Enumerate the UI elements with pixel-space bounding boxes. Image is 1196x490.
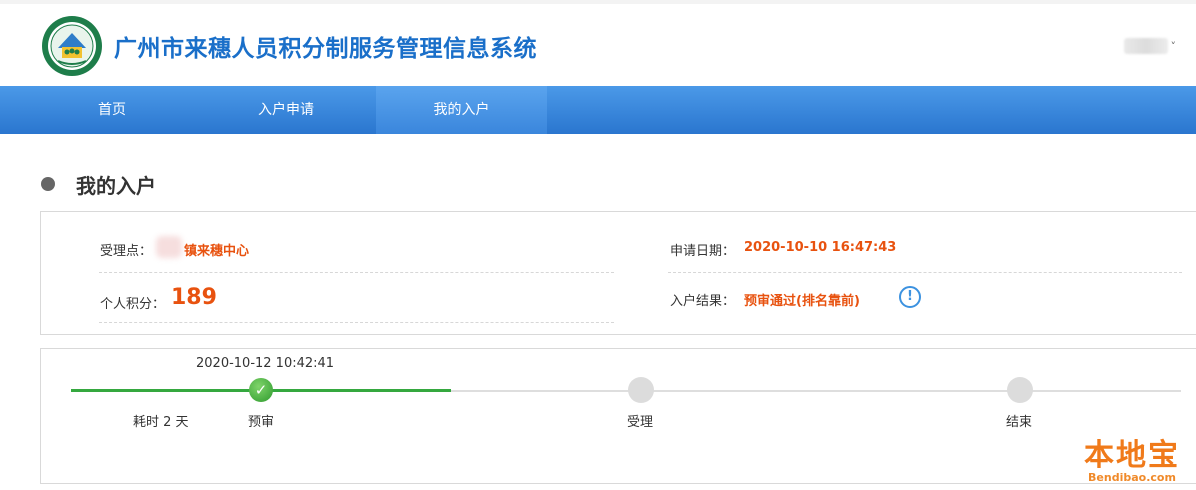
watermark-text: 本地宝 (1084, 438, 1180, 473)
application-info-panel (40, 211, 1196, 335)
acceptance-point-label: 受理点： (100, 244, 153, 259)
watermark-subtext: Bendibao.com (1088, 471, 1176, 484)
nav-home[interactable]: 首页 (60, 86, 164, 134)
nav-apply[interactable]: 入户申请 (230, 86, 342, 134)
result-value: 预审通过(排名靠前) (744, 294, 860, 309)
step-label-end: 结束 (1006, 415, 1033, 430)
apply-date-label: 申请日期： (670, 244, 736, 259)
result-label: 入户结果： (670, 294, 736, 309)
main-navbar: 首页 入户申请 我的入户 (0, 86, 1196, 134)
divider (99, 272, 614, 273)
watermark-logo: 本地宝 Bendibao.com (1074, 430, 1190, 488)
section-bullet (41, 177, 55, 191)
nav-my-settlement[interactable]: 我的入户 (376, 86, 547, 134)
divider (99, 322, 614, 323)
apply-date-value: 2020-10-10 16:47:43 (744, 240, 897, 255)
step-label-accept: 受理 (627, 415, 654, 430)
info-icon[interactable]: ! (899, 286, 921, 308)
step-node-accept (628, 377, 654, 403)
site-header: 广州市来穗人员积分制服务管理信息系统 ˅ (0, 4, 1196, 86)
step-label-prereview: 预审 (248, 415, 275, 430)
score-value: 189 (171, 285, 217, 310)
guangzhou-emblem-logo (42, 16, 102, 76)
chevron-down-icon: ˅ (1170, 39, 1177, 53)
divider (668, 272, 1182, 273)
step-node-end (1007, 377, 1033, 403)
site-title: 广州市来穗人员积分制服务管理信息系统 (114, 36, 537, 62)
section-title: 我的入户 (76, 174, 156, 198)
score-label: 个人积分： (100, 297, 166, 312)
step-done-check-icon: ✓ (249, 378, 273, 402)
redacted-blur (156, 236, 182, 258)
acceptance-point-value: 镇来穗中心 (184, 244, 250, 259)
duration-text: 耗时 2 天 (133, 415, 189, 430)
user-menu[interactable]: ˅ (1124, 37, 1176, 55)
user-avatar-blurred (1124, 38, 1168, 54)
step-completed-time: 2020-10-12 10:42:41 (196, 356, 335, 371)
